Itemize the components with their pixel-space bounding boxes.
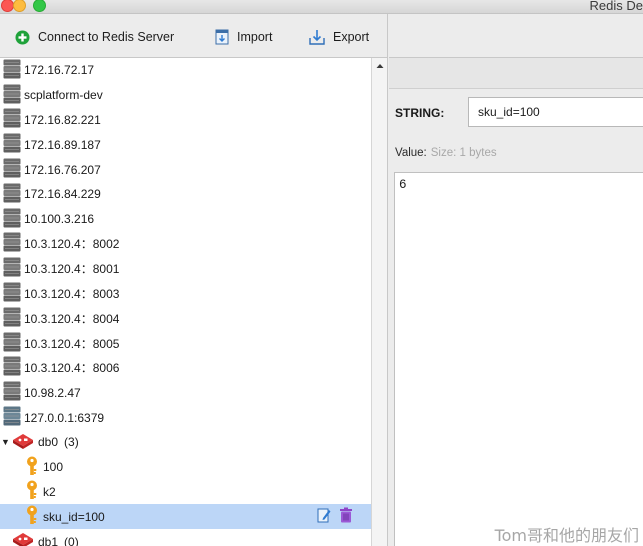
server-label: 10.3.120.4：8004 bbox=[24, 311, 120, 326]
server-label: 10.3.120.4：8005 bbox=[24, 336, 120, 351]
maximize-window-button[interactable] bbox=[33, 0, 46, 12]
tree-server-item[interactable]: 172.16.72.17 bbox=[0, 58, 371, 83]
right-toolbar bbox=[389, 14, 643, 58]
tree-key-item[interactable]: 100 bbox=[0, 455, 371, 480]
tree-server-item[interactable]: 172.16.76.207 bbox=[0, 157, 371, 182]
server-label: 172.16.89.187 bbox=[24, 137, 101, 152]
server-label: 172.16.84.229 bbox=[24, 187, 101, 202]
db-label: db0 bbox=[38, 435, 59, 450]
detail-header bbox=[389, 58, 643, 89]
value-editor[interactable]: 6 bbox=[394, 172, 643, 546]
server-label: 10.98.2.47 bbox=[24, 385, 81, 400]
expanded-arrow-icon[interactable]: ▼ bbox=[1, 437, 11, 447]
minimize-window-button[interactable] bbox=[13, 0, 26, 12]
server-label: 172.16.72.17 bbox=[24, 63, 95, 78]
server-icon bbox=[0, 332, 24, 355]
server-icon bbox=[0, 257, 24, 280]
window-title: Redis De bbox=[589, 0, 643, 13]
server-label: 10.3.120.4：8003 bbox=[24, 287, 120, 302]
edit-key-icon[interactable] bbox=[317, 507, 331, 526]
server-icon bbox=[0, 84, 24, 107]
server-icon bbox=[0, 307, 24, 330]
value-label: Value: bbox=[395, 147, 427, 159]
server-icon bbox=[0, 282, 24, 305]
title-bar: Redis De bbox=[0, 0, 643, 14]
server-label: scplatform-dev bbox=[24, 88, 103, 103]
server-label: 10.3.120.4：8002 bbox=[24, 237, 120, 252]
export-button[interactable]: Export bbox=[309, 27, 369, 47]
tree-server-item[interactable]: 10.3.120.4：8006 bbox=[0, 356, 371, 381]
tree-server-item[interactable]: 10.3.120.4：8001 bbox=[0, 256, 371, 281]
key-label: k2 bbox=[43, 484, 56, 499]
key-icon bbox=[25, 505, 39, 528]
tree-server-item[interactable]: 172.16.84.229 bbox=[0, 182, 371, 207]
connection-tree[interactable]: 172.16.72.17 scplatform-dev 172.16.82.221 1… bbox=[0, 58, 371, 546]
tree-server-item[interactable]: 10.3.120.4：8002 bbox=[0, 232, 371, 257]
key-icon bbox=[25, 480, 39, 503]
watermark: Tom哥和他的朋友们 bbox=[494, 526, 639, 545]
server-icon bbox=[0, 108, 24, 131]
server-icon bbox=[0, 356, 24, 379]
db-key-count: (3) bbox=[64, 435, 79, 450]
server-icon bbox=[0, 232, 24, 255]
tree-key-item-selected[interactable]: sku_id=100 bbox=[0, 504, 371, 530]
tree-db-item-db1[interactable]: db1 (0) bbox=[0, 529, 371, 546]
server-icon bbox=[0, 59, 24, 82]
import-icon bbox=[215, 29, 229, 45]
tree-server-item[interactable]: scplatform-dev bbox=[0, 83, 371, 108]
tree-server-item[interactable]: 10.3.120.4：8003 bbox=[0, 281, 371, 306]
db-label: db1 bbox=[38, 534, 59, 546]
server-label: 10.3.120.4：8001 bbox=[24, 262, 120, 277]
import-button[interactable]: Import bbox=[215, 27, 272, 47]
key-icon bbox=[25, 456, 39, 479]
tree-server-item[interactable]: 10.98.2.47 bbox=[0, 380, 371, 405]
tree-server-item[interactable]: 10.3.120.4：8005 bbox=[0, 331, 371, 356]
tree-server-item[interactable]: 172.16.82.221 bbox=[0, 108, 371, 133]
tree-key-item[interactable]: k2 bbox=[0, 480, 371, 505]
delete-key-icon[interactable] bbox=[339, 507, 353, 526]
scroll-up-arrow-icon[interactable] bbox=[375, 60, 385, 70]
key-type-label: STRING: bbox=[395, 106, 445, 120]
toolbar: Connect to Redis Server Import Export bbox=[0, 14, 388, 58]
database-icon bbox=[11, 531, 35, 546]
server-label: 172.16.82.221 bbox=[24, 112, 101, 127]
server-icon bbox=[0, 406, 24, 429]
server-icon bbox=[0, 158, 24, 181]
tree-db-item-db0[interactable]: ▼ db0 (3) bbox=[0, 430, 371, 455]
tree-scrollbar[interactable] bbox=[371, 58, 388, 546]
server-icon bbox=[0, 208, 24, 231]
server-icon bbox=[0, 381, 24, 404]
row-actions bbox=[317, 507, 353, 526]
value-label-row: Value: Size: 1 bytes bbox=[395, 147, 497, 159]
connect-button-label: Connect to Redis Server bbox=[38, 30, 175, 44]
add-circle-icon bbox=[15, 30, 30, 45]
key-name-input[interactable] bbox=[468, 97, 643, 127]
export-button-label: Export bbox=[333, 30, 370, 44]
server-label: 127.0.0.1:6379 bbox=[24, 410, 105, 425]
tree-server-item[interactable]: 10.3.120.4：8004 bbox=[0, 306, 371, 331]
key-label: 100 bbox=[43, 460, 64, 475]
database-icon bbox=[11, 432, 35, 453]
server-label: 10.3.120.4：8006 bbox=[24, 361, 120, 376]
server-label: 172.16.76.207 bbox=[24, 162, 101, 177]
server-icon bbox=[0, 133, 24, 156]
tree-server-item[interactable]: 10.100.3.216 bbox=[0, 207, 371, 232]
value-size-label: Size: 1 bytes bbox=[430, 147, 497, 159]
db-key-count: (0) bbox=[64, 534, 79, 546]
tree-server-item[interactable]: 172.16.89.187 bbox=[0, 132, 371, 157]
tree-server-item[interactable]: 127.0.0.1:6379 bbox=[0, 405, 371, 430]
import-button-label: Import bbox=[237, 30, 273, 44]
connect-to-redis-server-button[interactable]: Connect to Redis Server bbox=[15, 27, 174, 47]
export-icon bbox=[309, 29, 325, 45]
server-label: 10.100.3.216 bbox=[24, 212, 95, 227]
value-detail-panel: STRING: Value:Size: 1 bytes 6 bbox=[389, 58, 643, 546]
key-label: sku_id=100 bbox=[43, 509, 105, 524]
server-icon bbox=[0, 183, 24, 206]
